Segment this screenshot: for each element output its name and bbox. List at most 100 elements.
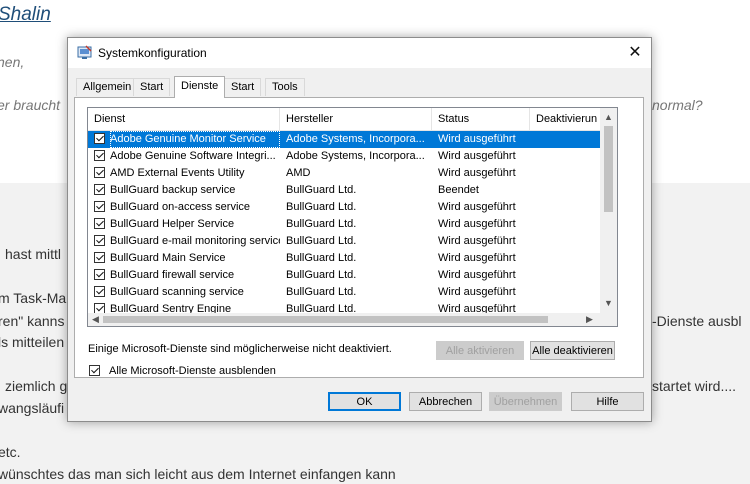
service-row[interactable]: BullGuard Main Service BullGuard Ltd. Wird…: [88, 250, 600, 267]
ok-button[interactable]: OK: [328, 392, 401, 411]
service-status: Wird ausgeführt: [438, 133, 516, 145]
scrollbar-corner: [600, 312, 617, 326]
service-rows: Adobe Genuine Monitor Service Adobe Syste…: [88, 131, 600, 313]
service-status: Wird ausgeführt: [438, 252, 516, 264]
service-checkbox[interactable]: [94, 252, 105, 263]
tab-tools[interactable]: Tools: [265, 78, 305, 96]
service-checkbox[interactable]: [94, 303, 105, 313]
service-row[interactable]: BullGuard on-access service BullGuard Ltd…: [88, 199, 600, 216]
service-checkbox[interactable]: [94, 235, 105, 246]
service-row[interactable]: BullGuard e-mail monitoring service BullG…: [88, 233, 600, 250]
background-title[interactable]: Shalin: [0, 4, 51, 26]
vertical-scrollbar[interactable]: ▲ ▼: [600, 108, 617, 312]
hide-ms-services-label[interactable]: Alle Microsoft-Dienste ausblenden: [109, 365, 276, 377]
services-tab-panel: Dienst Hersteller Status Deaktivierun Ad…: [74, 97, 644, 378]
service-checkbox[interactable]: [94, 167, 105, 178]
column-header-service[interactable]: Dienst: [88, 108, 280, 130]
service-checkbox[interactable]: [94, 286, 105, 297]
background-line: etc.: [0, 444, 21, 460]
help-button[interactable]: Hilfe: [571, 392, 644, 411]
tab-start-2[interactable]: Start: [224, 78, 262, 96]
service-row[interactable]: BullGuard firewall service BullGuard Ltd.…: [88, 267, 600, 284]
service-manufacturer: BullGuard Ltd.: [286, 201, 357, 213]
service-name: BullGuard Main Service: [110, 252, 226, 264]
close-button[interactable]: ✕: [619, 38, 651, 68]
background-line: hast mittl: [5, 246, 62, 262]
service-name: AMD External Events Utility: [110, 167, 245, 179]
service-row[interactable]: AMD External Events Utility AMD Wird ausge…: [88, 165, 600, 182]
background-line: wangsläufi: [0, 400, 65, 416]
disable-all-button[interactable]: Alle deaktivieren: [530, 341, 615, 360]
background-line: startet wird....: [652, 378, 737, 394]
service-manufacturer: BullGuard Ltd.: [286, 303, 357, 313]
scroll-up-icon[interactable]: ▲: [604, 112, 613, 122]
tab-start[interactable]: Start: [133, 78, 171, 96]
service-manufacturer: BullGuard Ltd.: [286, 235, 357, 247]
service-checkbox[interactable]: [94, 133, 105, 144]
service-name: BullGuard scanning service: [110, 286, 244, 298]
service-status: Wird ausgeführt: [438, 218, 516, 230]
service-name: BullGuard Helper Service: [110, 218, 235, 230]
column-header-manufacturer[interactable]: Hersteller: [280, 108, 432, 130]
service-checkbox[interactable]: [94, 218, 105, 229]
enable-all-button[interactable]: Alle aktivieren: [436, 341, 524, 360]
vertical-scroll-thumb[interactable]: [604, 126, 613, 212]
background-line: ls mitteilen: [0, 334, 65, 350]
background-line: normal?: [652, 97, 703, 113]
column-header-status[interactable]: Status: [432, 108, 530, 130]
msconfig-icon: [77, 45, 92, 59]
scroll-down-icon[interactable]: ▼: [604, 298, 613, 308]
horizontal-scroll-thumb[interactable]: [103, 316, 548, 323]
service-manufacturer: AMD: [286, 167, 311, 179]
service-status: Wird ausgeführt: [438, 303, 516, 313]
title-bar[interactable]: Systemkonfiguration ✕: [68, 38, 651, 68]
ms-services-notice: Einige Microsoft-Dienste sind möglicherw…: [88, 343, 392, 355]
service-status: Wird ausgeführt: [438, 235, 516, 247]
service-name: BullGuard Sentry Engine: [110, 303, 232, 313]
service-status: Wird ausgeführt: [438, 150, 516, 162]
background-line: nen,: [0, 54, 25, 70]
service-name: BullGuard e-mail monitoring service: [110, 235, 280, 247]
system-configuration-dialog: Systemkonfiguration ✕ Allgemein Start Di…: [67, 37, 652, 422]
service-manufacturer: BullGuard Ltd.: [286, 184, 357, 196]
tab-allgemein[interactable]: Allgemein: [76, 78, 139, 96]
service-manufacturer: BullGuard Ltd.: [286, 269, 357, 281]
dialog-title: Systemkonfiguration: [98, 46, 207, 60]
background-line: wünschtes das man sich leicht aus dem In…: [0, 466, 396, 482]
column-header-disabled-date[interactable]: Deaktivierun: [530, 108, 600, 130]
background-line: -Dienste ausbl: [652, 313, 742, 329]
service-status: Wird ausgeführt: [438, 201, 516, 213]
service-name: Adobe Genuine Monitor Service: [110, 131, 280, 148]
background-line: ziemlich g: [5, 378, 68, 394]
service-checkbox[interactable]: [94, 269, 105, 280]
service-row[interactable]: Adobe Genuine Monitor Service Adobe Syste…: [88, 131, 600, 148]
service-row[interactable]: BullGuard Helper Service BullGuard Ltd. Wi…: [88, 216, 600, 233]
cancel-button[interactable]: Abbrechen: [409, 392, 482, 411]
service-manufacturer: Adobe Systems, Incorpora...: [286, 133, 425, 145]
apply-button[interactable]: Übernehmen: [489, 392, 562, 411]
services-list[interactable]: Dienst Hersteller Status Deaktivierun Ad…: [87, 107, 618, 327]
column-header-bar: Dienst Hersteller Status Deaktivierun: [88, 108, 600, 131]
service-status: Wird ausgeführt: [438, 286, 516, 298]
hide-ms-services-checkbox[interactable]: [89, 365, 100, 376]
background-line: er braucht: [0, 97, 61, 113]
service-row[interactable]: BullGuard scanning service BullGuard Ltd.…: [88, 284, 600, 301]
horizontal-scrollbar[interactable]: ◀ ▶: [88, 313, 600, 326]
service-name: BullGuard backup service: [110, 184, 236, 196]
service-checkbox[interactable]: [94, 201, 105, 212]
scroll-right-icon[interactable]: ▶: [586, 314, 593, 324]
service-name: BullGuard on-access service: [110, 201, 251, 213]
service-checkbox[interactable]: [94, 184, 105, 195]
scroll-left-icon[interactable]: ◀: [92, 314, 99, 324]
service-checkbox[interactable]: [94, 150, 105, 161]
service-manufacturer: BullGuard Ltd.: [286, 252, 357, 264]
service-status: Beendet: [438, 184, 479, 196]
service-row[interactable]: BullGuard backup service BullGuard Ltd. Be…: [88, 182, 600, 199]
background-line: m Task-Ma: [0, 290, 67, 306]
service-row[interactable]: BullGuard Sentry Engine BullGuard Ltd. Wir…: [88, 301, 600, 313]
tab-dienste[interactable]: Dienste: [174, 76, 226, 98]
background-line: ren" kanns: [0, 313, 65, 329]
service-manufacturer: Adobe Systems, Incorpora...: [286, 150, 425, 162]
service-manufacturer: BullGuard Ltd.: [286, 286, 357, 298]
service-row[interactable]: Adobe Genuine Software Integri... Adobe S…: [88, 148, 600, 165]
